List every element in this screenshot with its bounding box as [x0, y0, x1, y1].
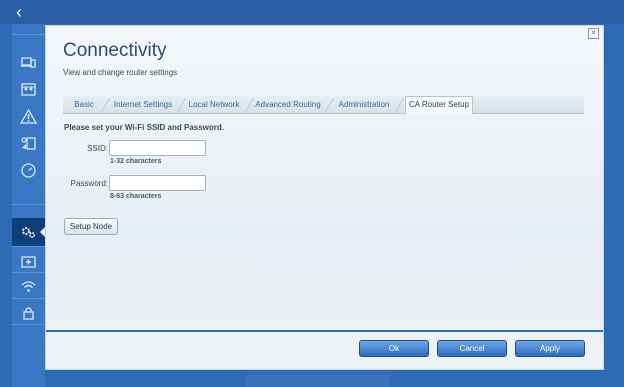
sidebar-divider	[12, 298, 45, 299]
gear-icon	[20, 224, 37, 241]
password-label: Password:	[70, 179, 108, 188]
back-button[interactable]: ‹	[16, 2, 36, 22]
apply-button[interactable]: Apply	[515, 340, 585, 357]
tab-advanced-routing[interactable]: Advanced Routing	[255, 97, 321, 113]
tab-divider	[100, 98, 111, 112]
ssid-hint: 1-32 characters	[110, 158, 162, 165]
sidebar-divider	[12, 204, 45, 205]
wifi-icon[interactable]	[20, 278, 37, 295]
warning-icon[interactable]	[20, 108, 37, 125]
cancel-button[interactable]: Cancel	[437, 340, 507, 357]
bottom-handle	[245, 375, 390, 387]
page-title: Connectivity	[63, 40, 167, 61]
sidebar-divider	[12, 246, 45, 247]
password-hint: 8-63 characters	[110, 193, 162, 200]
wifi-prompt: Please set your Wi-Fi SSID and Password.	[64, 123, 224, 132]
devices-icon[interactable]	[20, 54, 37, 71]
setup-node-button[interactable]: Setup Node	[64, 218, 118, 235]
sidebar-divider	[12, 324, 45, 325]
ok-button[interactable]: Ok	[359, 340, 429, 357]
map-icon[interactable]	[20, 81, 37, 98]
password-input[interactable]	[109, 175, 206, 191]
tab-divider	[324, 98, 335, 112]
close-button[interactable]: ×	[588, 28, 599, 39]
tab-basic[interactable]: Basic	[71, 97, 97, 113]
plus-box-icon[interactable]	[20, 253, 37, 270]
sidebar-divider	[12, 34, 45, 35]
tab-internet-settings[interactable]: Internet Settings	[111, 97, 175, 113]
ssid-label: SSID:	[87, 144, 108, 153]
top-bar: ‹	[0, 0, 624, 24]
tab-divider	[244, 98, 255, 112]
ssid-input[interactable]	[109, 140, 206, 156]
lock-icon[interactable]	[20, 304, 37, 321]
footer-divider	[46, 330, 603, 332]
tab-bar: Basic Internet Settings Local Network Ad…	[63, 96, 584, 114]
sidebar-item-connectivity[interactable]	[12, 218, 46, 246]
tab-divider	[176, 98, 187, 112]
tab-ca-router-setup[interactable]: CA Router Setup	[405, 96, 473, 114]
speed-icon[interactable]	[20, 162, 37, 179]
tab-administration[interactable]: Administration	[337, 97, 391, 113]
sidebar-divider	[12, 272, 45, 273]
tab-divider	[394, 98, 405, 112]
media-icon[interactable]	[20, 135, 37, 152]
tab-local-network[interactable]: Local Network	[187, 97, 241, 113]
connectivity-panel: × Connectivity View and change router se…	[45, 25, 604, 370]
page-subtitle: View and change router settings	[63, 68, 178, 77]
sidebar	[12, 24, 45, 387]
